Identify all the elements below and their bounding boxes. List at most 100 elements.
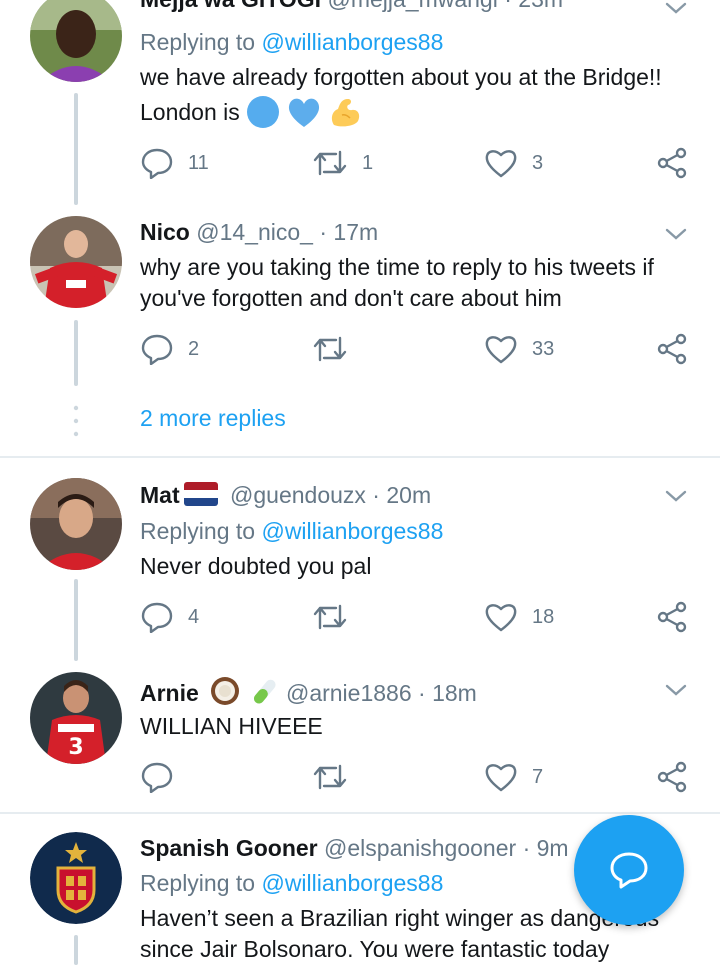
tweet-text: WILLIAN HIVEEE — [140, 713, 323, 739]
like-count: 7 — [532, 765, 544, 788]
retweet-icon[interactable] — [312, 334, 348, 364]
display-name[interactable]: Arnie — [140, 680, 199, 706]
reply-icon[interactable] — [140, 333, 174, 365]
reply-icon[interactable] — [140, 147, 174, 179]
heart-icon[interactable] — [484, 334, 518, 364]
mention-link[interactable]: @willianborges88 — [261, 29, 443, 55]
display-name[interactable]: Mat — [140, 482, 180, 508]
reply-count: 11 — [188, 151, 209, 174]
avatar[interactable]: 3 — [30, 672, 122, 764]
retweet-action[interactable] — [312, 759, 362, 795]
blue-heart-icon — [288, 98, 319, 127]
retweet-icon[interactable] — [312, 762, 348, 792]
like-action[interactable]: 7 — [484, 759, 543, 795]
reply-action[interactable]: 2 — [140, 331, 199, 367]
heart-icon[interactable] — [484, 602, 518, 632]
thread-dots — [73, 405, 79, 437]
timestamp[interactable]: 23m — [518, 0, 563, 12]
share-action[interactable] — [655, 331, 689, 367]
retweet-icon[interactable] — [312, 148, 348, 178]
like-action[interactable]: 33 — [484, 331, 554, 367]
tweet-text: why are you taking the time to reply to … — [140, 254, 654, 311]
replying-label: Replying to — [140, 518, 256, 544]
compose-reply-icon[interactable] — [609, 851, 649, 889]
reply-action[interactable]: 11 — [140, 145, 209, 181]
like-count: 33 — [532, 337, 555, 360]
mention-link[interactable]: @willianborges88 — [261, 870, 443, 896]
tweet-text-line: since Jair Bolsonaro. You were fantastic… — [140, 936, 610, 962]
avatar[interactable] — [30, 0, 122, 82]
netherlands-flag-icon — [183, 482, 218, 506]
tweet-text: we have already forgotten about you at t… — [140, 62, 700, 129]
share-icon[interactable] — [655, 147, 689, 179]
compose-reply-button[interactable] — [574, 815, 684, 925]
like-count: 18 — [532, 605, 555, 628]
separator: · — [504, 0, 512, 12]
like-action[interactable]: 18 — [484, 599, 554, 635]
tweet-actions: 2 33 — [140, 331, 700, 367]
share-action[interactable] — [655, 759, 689, 795]
avatar[interactable] — [30, 478, 122, 570]
timestamp[interactable]: 18m — [432, 680, 477, 706]
mention-link[interactable]: @willianborges88 — [261, 518, 443, 544]
tweet-text-line: we have already forgotten about you at t… — [140, 64, 662, 90]
retweet-icon[interactable] — [312, 602, 348, 632]
flexed-biceps-icon — [331, 99, 359, 127]
timestamp[interactable]: 20m — [386, 482, 431, 508]
separator: · — [319, 219, 328, 245]
timestamp[interactable]: 17m — [333, 219, 378, 245]
avatar[interactable] — [30, 216, 122, 308]
chevron-down-icon[interactable] — [664, 488, 688, 504]
separator: · — [522, 835, 531, 861]
chevron-down-icon[interactable] — [664, 0, 688, 16]
tweet-actions: 4 18 — [140, 599, 700, 635]
display-name[interactable]: Mejja wa GITOGI — [140, 0, 321, 12]
handle[interactable]: @elspanishgooner — [324, 835, 516, 861]
reply-icon[interactable] — [140, 601, 174, 633]
display-name[interactable]: Spanish Gooner — [140, 835, 318, 861]
coconut-icon — [211, 677, 240, 705]
display-name[interactable]: Nico — [140, 219, 190, 245]
replying-label: Replying to — [140, 29, 256, 55]
tweet-actions: 11 1 3 — [140, 145, 700, 181]
reply-action[interactable]: 4 — [140, 599, 199, 635]
blue-circle-icon — [246, 96, 279, 128]
share-icon[interactable] — [655, 761, 689, 793]
reply-count: 4 — [188, 605, 200, 628]
like-action[interactable]: 3 — [484, 145, 543, 181]
retweet-action[interactable] — [312, 331, 362, 367]
retweet-action[interactable] — [312, 599, 362, 635]
handle[interactable]: @guendouzx — [230, 482, 366, 508]
avatar[interactable] — [30, 832, 122, 924]
heart-icon[interactable] — [484, 762, 518, 792]
divider — [0, 456, 720, 458]
tweet-text-line: London is — [140, 95, 700, 129]
handle[interactable]: @arnie1886 — [286, 680, 412, 706]
handle[interactable]: @14_nico_ — [196, 219, 313, 245]
retweet-count: 1 — [362, 151, 374, 174]
test-tube-icon — [253, 679, 276, 704]
timestamp[interactable]: 9m — [537, 835, 569, 861]
share-icon[interactable] — [655, 601, 689, 633]
heart-icon[interactable] — [484, 148, 518, 178]
chevron-down-icon[interactable] — [664, 682, 688, 698]
replying-label: Replying to — [140, 870, 256, 896]
separator: · — [418, 680, 426, 706]
tweet-text: Never doubted you pal — [140, 553, 372, 579]
thread-line — [74, 93, 78, 205]
thread-line — [74, 935, 78, 965]
svg-text:3: 3 — [68, 735, 83, 760]
like-count: 3 — [532, 151, 544, 174]
reply-count: 2 — [188, 337, 200, 360]
chevron-down-icon[interactable] — [664, 226, 688, 242]
share-action[interactable] — [655, 599, 689, 635]
reply-action[interactable] — [140, 759, 188, 795]
retweet-action[interactable]: 1 — [312, 145, 373, 181]
tweet-actions: 7 — [140, 759, 700, 795]
reply-icon[interactable] — [140, 761, 174, 793]
more-replies-link[interactable]: 2 more replies — [140, 405, 286, 432]
share-action[interactable] — [655, 145, 689, 181]
separator: · — [372, 482, 380, 508]
share-icon[interactable] — [655, 333, 689, 365]
handle[interactable]: @mejja_mwangi — [327, 0, 497, 12]
